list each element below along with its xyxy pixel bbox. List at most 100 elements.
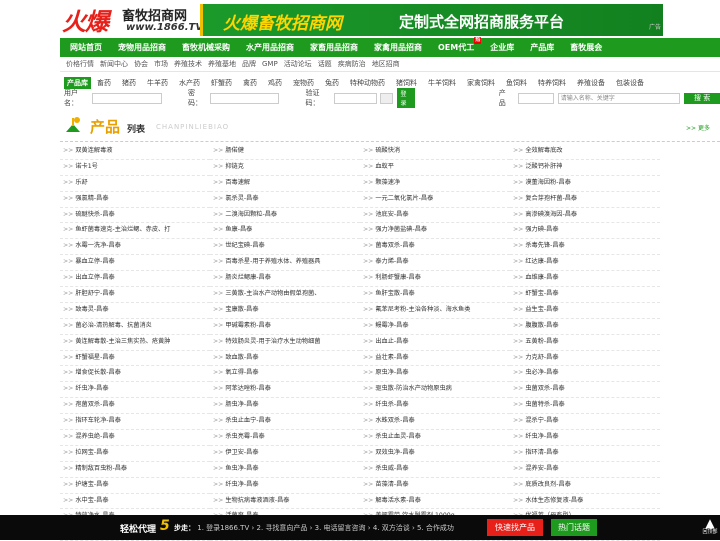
category-item[interactable]: 特种动物药 [350, 78, 385, 88]
nav-livestock[interactable]: 家畜用品招商 [310, 42, 358, 53]
nav-poultry[interactable]: 家禽用品招商 [374, 42, 422, 53]
product-item[interactable]: >> 肠虫净-昌泰 [210, 398, 360, 415]
product-item[interactable]: >> 肠炎烂鳃康-昌泰 [210, 271, 360, 288]
product-item[interactable]: >> 利肠虾蟹康-昌泰 [360, 271, 510, 288]
product-item[interactable]: >> 杀虫亮霉-昌泰 [210, 430, 360, 446]
nav-aquatic[interactable]: 水产用品招商 [246, 42, 294, 53]
product-item[interactable]: >> 水体生态修复液-昌泰 [510, 494, 660, 510]
verify-input[interactable] [333, 92, 378, 104]
product-item[interactable]: >> 纤虫净-昌泰 [510, 430, 660, 446]
product-item[interactable]: >> 虫必净-昌泰 [510, 366, 660, 383]
product-item[interactable]: >> 虾蟹宝-昌泰 [510, 287, 660, 303]
product-item[interactable]: >> 菌必治-清热解毒、抗菌消炎 [60, 319, 210, 335]
product-item[interactable]: >> 驱虫散-防治水产动物原虫病 [360, 382, 510, 399]
product-item[interactable]: >> 血维康-昌泰 [510, 271, 660, 288]
category-item[interactable]: 畜药 [97, 78, 111, 88]
product-item[interactable]: >> 复合芽孢杆菌-昌泰 [510, 192, 660, 208]
subnav-item[interactable]: 地区招商 [372, 59, 400, 69]
product-item[interactable]: >> 腹腹散-昌泰 [510, 319, 660, 335]
product-item[interactable]: >> 氯杀灵-昌泰 [210, 192, 360, 208]
product-item[interactable]: >> 暴血立停-昌泰 [60, 255, 210, 272]
site-logo[interactable]: 火爆 畜牧招商网 www.1866.TV [60, 2, 203, 36]
product-item[interactable]: >> 虫菌双杀-昌泰 [510, 382, 660, 399]
category-item[interactable]: 宠物药 [293, 78, 314, 88]
product-item[interactable]: >> 护塘宝-昌泰 [60, 478, 210, 494]
product-item[interactable]: >> 乐舒 [60, 176, 210, 192]
product-item[interactable]: >> 益生宝-昌泰 [510, 303, 660, 319]
product-item[interactable]: >> 全效解毒底改 [510, 144, 660, 160]
product-item[interactable]: >> 菌毒双杀-昌泰 [360, 239, 510, 256]
nav-machinery[interactable]: 畜牧机械采购 [182, 42, 230, 53]
product-item[interactable]: >> 高渗碘溴海因-昌泰 [510, 208, 660, 224]
product-item[interactable]: >> 精制敌百虫粉-昌泰 [60, 462, 210, 478]
product-item[interactable]: >> 双效虫净-昌泰 [360, 446, 510, 462]
product-item[interactable]: >> 氟苯尼考粉-主治各种淡、海水鱼类 [360, 303, 510, 319]
product-item[interactable]: >> 百毒速解 [210, 176, 360, 192]
category-item[interactable]: 包装设备 [616, 78, 644, 88]
product-item[interactable]: >> 致血散-昌泰 [210, 351, 360, 367]
product-item[interactable]: >> 五黄粉-昌泰 [510, 335, 660, 351]
category-item[interactable]: 兔药 [325, 78, 339, 88]
product-item[interactable]: >> 宝康散-昌泰 [210, 303, 360, 319]
product-item[interactable]: >> 肠偌健 [210, 144, 360, 160]
captcha-image[interactable] [380, 92, 394, 104]
product-item[interactable]: >> 强力碘-昌泰 [510, 223, 660, 240]
subnav-item[interactable]: 养殖技术 [174, 59, 202, 69]
product-item[interactable]: >> 混养虫绝-昌泰 [60, 430, 210, 446]
product-item[interactable]: >> 纤虫净-昌泰 [60, 382, 210, 399]
product-item[interactable]: >> 鳗霉净-昌泰 [360, 319, 510, 335]
product-item[interactable]: >> 苗藻清-昌泰 [360, 478, 510, 494]
product-item[interactable]: >> 拉网宝-昌泰 [60, 446, 210, 462]
product-item[interactable]: >> 泰力烯-昌泰 [360, 255, 510, 272]
subnav-item[interactable]: 疾病防治 [338, 59, 366, 69]
product-item[interactable]: >> 致毒灵-昌泰 [60, 303, 210, 319]
subnav-item[interactable]: 品牌 [242, 59, 256, 69]
product-item[interactable]: >> 泛酸钙补肝神 [510, 160, 660, 176]
product-item[interactable]: >> 鱼虾菌毒速克-主治烂鳃、赤皮、打 [60, 223, 210, 240]
product-item[interactable]: >> 指环清-昌泰 [510, 446, 660, 462]
product-item[interactable]: >> 水蛛双杀-昌泰 [360, 414, 510, 431]
password-input[interactable] [209, 92, 280, 104]
product-item[interactable]: >> 水中宝-昌泰 [60, 494, 210, 510]
product-item[interactable]: >> 鱼康-昌泰 [210, 223, 360, 240]
product-item[interactable]: >> 颗藻速净 [360, 176, 510, 192]
product-item[interactable]: >> 诺卡1号 [60, 160, 210, 176]
product-item[interactable]: >> 氧立得-昌泰 [210, 366, 360, 383]
category-item[interactable]: 牛羊饲料 [428, 78, 456, 88]
category-item[interactable]: 家禽饲料 [467, 78, 495, 88]
product-item[interactable]: >> 双黄连解毒液 [60, 144, 210, 160]
product-item[interactable]: >> 红达康-昌泰 [510, 255, 660, 272]
category-item[interactable]: 猪饲料 [396, 78, 417, 88]
subnav-item[interactable]: 活动论坛 [284, 59, 312, 69]
product-item[interactable]: >> 一元二氧化氯片-昌泰 [360, 192, 510, 208]
product-item[interactable]: >> 底质改良剂-昌泰 [510, 478, 660, 494]
nav-oem[interactable]: OEM代工热 [438, 37, 482, 53]
subnav-item[interactable]: 市场 [154, 59, 168, 69]
product-item[interactable]: >> 杀毒先锋-昌泰 [510, 239, 660, 256]
product-item[interactable]: >> 世纪宝碘-昌泰 [210, 239, 360, 256]
product-item[interactable]: >> 出血止-昌泰 [360, 335, 510, 351]
subnav-item[interactable]: GMP [262, 60, 278, 68]
subnav-item[interactable]: 价格行情 [66, 59, 94, 69]
product-item[interactable]: >> 虾蟹福星-昌泰 [60, 351, 210, 367]
product-item[interactable]: >> 混养安-昌泰 [510, 462, 660, 478]
keyword-input[interactable]: 请输入名称、关键字 [557, 92, 681, 104]
subnav-item[interactable]: 新闻中心 [100, 59, 128, 69]
product-item[interactable]: >> 抑链克 [210, 160, 360, 176]
product-item[interactable]: >> 强氯精-昌泰 [60, 192, 210, 208]
product-item[interactable]: >> 硫酸快消 [360, 144, 510, 160]
product-item[interactable]: >> 特效肠炎灵-用于治疗水生动物细菌 [210, 335, 360, 351]
product-item[interactable]: >> 解毒活水素-昌泰 [360, 494, 510, 510]
product-item[interactable]: >> 鱼虫净-昌泰 [210, 462, 360, 478]
login-button[interactable]: 登录 [397, 88, 415, 108]
header-banner-ad[interactable]: 火爆畜牧招商网 定制式全网招商服务平台 [200, 4, 663, 36]
product-item[interactable]: >> 纤虫杀-昌泰 [360, 398, 510, 415]
product-item[interactable]: >> 百毒杀星-用于养殖水体、养殖器具 [210, 255, 360, 272]
product-item[interactable]: >> 虫菌特杀-昌泰 [510, 398, 660, 415]
more-link[interactable]: >> 更多 [686, 123, 710, 132]
product-item[interactable]: >> 出血立停-昌泰 [60, 271, 210, 288]
search-button[interactable]: 搜 索 [684, 92, 720, 104]
category-item[interactable]: 鸡药 [268, 78, 282, 88]
product-item[interactable]: >> 原虫净-昌泰 [360, 366, 510, 383]
nav-products[interactable]: 产品库 [530, 42, 554, 53]
